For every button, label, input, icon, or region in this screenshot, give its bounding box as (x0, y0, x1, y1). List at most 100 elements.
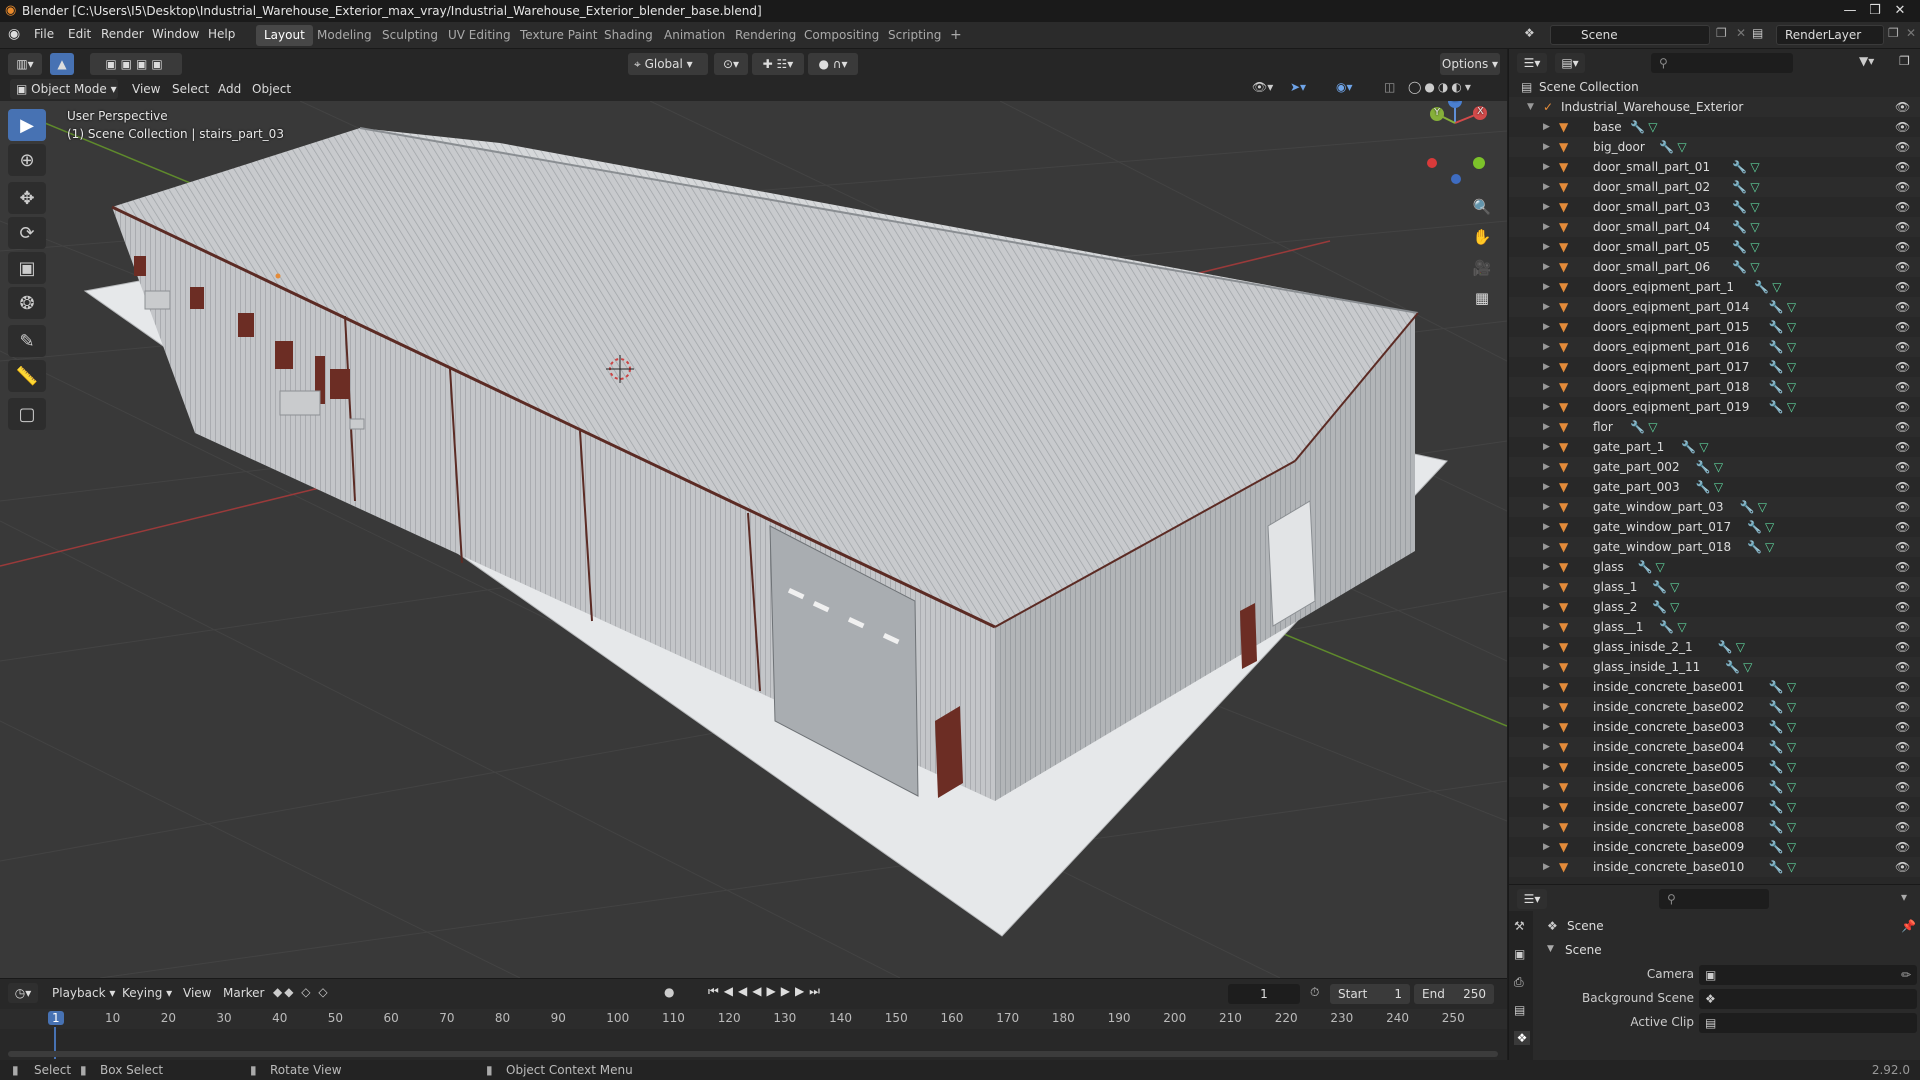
delete-layer-icon[interactable]: ✕ (1906, 26, 1916, 40)
outliner-object-row[interactable]: ▶ ▼ flor 🔧 ▽ 👁 (1509, 417, 1920, 437)
expand-object-icon[interactable]: ▶ (1543, 277, 1550, 297)
mesh-data-icon[interactable]: ▽ (1787, 377, 1796, 397)
outliner-object-row[interactable]: ▶ ▼ doors_eqipment_part_016 🔧 ▽ 👁 (1509, 337, 1920, 357)
expand-object-icon[interactable]: ▶ (1543, 237, 1550, 257)
mesh-data-icon[interactable]: ▽ (1677, 137, 1686, 157)
expand-object-icon[interactable]: ▶ (1543, 657, 1550, 677)
expand-object-icon[interactable]: ▶ (1543, 157, 1550, 177)
eye-icon[interactable]: 👁 (1895, 537, 1910, 557)
modifier-wrench-icon[interactable]: 🔧 (1638, 557, 1653, 577)
expand-object-icon[interactable]: ▶ (1543, 297, 1550, 317)
menu-add[interactable]: Add (218, 82, 241, 96)
rotate-tool[interactable]: ⟳ (8, 217, 46, 249)
tab-rendering[interactable]: Rendering (727, 25, 804, 46)
scale-tool[interactable]: ▣ (8, 252, 46, 284)
xray-toggle-icon[interactable]: ◫ (1384, 80, 1395, 94)
outliner-object-row[interactable]: ▶ ▼ gate_window_part_017 🔧 ▽ 👁 (1509, 517, 1920, 537)
object-mode-selector[interactable]: ▣ Object Mode ▾ (10, 79, 118, 99)
blender-menu-icon[interactable]: ◉ (8, 26, 20, 42)
outliner-object-row[interactable]: ▶ ▼ doors_eqipment_part_1 🔧 ▽ 👁 (1509, 277, 1920, 297)
eye-icon[interactable]: 👁 (1895, 377, 1910, 397)
expand-object-icon[interactable]: ▶ (1543, 217, 1550, 237)
menu-timeline-view[interactable]: View (183, 986, 211, 1000)
menu-select[interactable]: Select (172, 82, 209, 96)
frame-ruler[interactable]: 1 10 20 30 40 50 60 70 80 90 100 110 120 130 140 150 160… (0, 1009, 1507, 1029)
modifier-wrench-icon[interactable]: 🔧 (1652, 597, 1667, 617)
eye-icon[interactable]: 👁 (1895, 177, 1910, 197)
mesh-data-icon[interactable]: ▽ (1656, 557, 1665, 577)
eye-icon[interactable]: 👁 (1895, 757, 1910, 777)
pan-hand-icon[interactable]: ✋ (1468, 223, 1496, 251)
mesh-data-icon[interactable]: ▽ (1758, 497, 1767, 517)
expand-object-icon[interactable]: ▶ (1543, 437, 1550, 457)
modifier-wrench-icon[interactable]: 🔧 (1652, 577, 1667, 597)
view-layer-tab-icon[interactable]: ▤ (1514, 1003, 1525, 1017)
modifier-wrench-icon[interactable]: 🔧 (1769, 837, 1784, 857)
expand-object-icon[interactable]: ▶ (1543, 137, 1550, 157)
overlay-toggle-icon[interactable]: ◉▾ (1336, 80, 1353, 94)
mesh-data-icon[interactable]: ▽ (1750, 237, 1759, 257)
measure-tool[interactable]: 📏 (8, 360, 46, 392)
tab-modeling[interactable]: Modeling (309, 25, 380, 46)
outliner-root-row[interactable]: ▤ Scene Collection (1509, 77, 1920, 97)
outliner-collection-row[interactable]: ▼ ✓ Industrial_Warehouse_Exterior 👁 (1509, 97, 1920, 117)
modifier-wrench-icon[interactable]: 🔧 (1732, 157, 1747, 177)
modifier-wrench-icon[interactable]: 🔧 (1769, 757, 1784, 777)
menu-render[interactable]: Render (101, 27, 144, 41)
mesh-data-icon[interactable]: ▽ (1787, 777, 1796, 797)
outliner-object-row[interactable]: ▶ ▼ door_small_part_03 🔧 ▽ 👁 (1509, 197, 1920, 217)
expand-object-icon[interactable]: ▶ (1543, 757, 1550, 777)
outliner-object-row[interactable]: ▶ ▼ doors_eqipment_part_017 🔧 ▽ 👁 (1509, 357, 1920, 377)
mesh-data-icon[interactable]: ▽ (1677, 617, 1686, 637)
eye-icon[interactable]: 👁 (1895, 517, 1910, 537)
render-tab-icon[interactable]: ▣ (1514, 947, 1525, 961)
expand-object-icon[interactable]: ▶ (1543, 677, 1550, 697)
expand-object-icon[interactable]: ▶ (1543, 697, 1550, 717)
eye-icon[interactable]: 👁 (1895, 477, 1910, 497)
eye-icon[interactable]: 👁 (1895, 197, 1910, 217)
camera-view-icon[interactable]: 🎥 (1468, 254, 1496, 282)
outliner-editor-type[interactable]: ☰▾ (1517, 53, 1547, 73)
select-mode-icon[interactable]: ▲ (50, 53, 74, 75)
expand-object-icon[interactable]: ▶ (1543, 417, 1550, 437)
modifier-wrench-icon[interactable]: 🔧 (1681, 437, 1696, 457)
outliner-object-row[interactable]: ▶ ▼ door_small_part_01 🔧 ▽ 👁 (1509, 157, 1920, 177)
modifier-wrench-icon[interactable]: 🔧 (1769, 377, 1784, 397)
outliner-object-row[interactable]: ▶ ▼ base 🔧 ▽ 👁 (1509, 117, 1920, 137)
modifier-wrench-icon[interactable]: 🔧 (1754, 277, 1769, 297)
modifier-wrench-icon[interactable]: 🔧 (1769, 737, 1784, 757)
start-frame-field[interactable]: Start 1 (1330, 984, 1410, 1004)
expand-object-icon[interactable]: ▶ (1543, 197, 1550, 217)
mesh-data-icon[interactable]: ▽ (1670, 577, 1679, 597)
mesh-data-icon[interactable]: ▽ (1648, 117, 1657, 137)
expand-object-icon[interactable]: ▶ (1543, 557, 1550, 577)
timeline-editor-type[interactable]: ◷▾ (8, 983, 38, 1003)
eye-icon[interactable]: 👁 (1895, 637, 1910, 657)
modifier-wrench-icon[interactable]: 🔧 (1659, 137, 1674, 157)
perspective-grid-icon[interactable]: ▦ (1468, 284, 1496, 312)
pin-icon[interactable]: 📌 (1901, 919, 1916, 933)
modifier-wrench-icon[interactable]: 🔧 (1769, 817, 1784, 837)
eye-icon[interactable]: 👁 (1895, 737, 1910, 757)
expand-object-icon[interactable]: ▶ (1543, 817, 1550, 837)
pivot-point-button[interactable]: ⊙▾ (714, 53, 748, 75)
outliner-object-row[interactable]: ▶ ▼ inside_concrete_base001 🔧 ▽ 👁 (1509, 677, 1920, 697)
selection-mode-buttons[interactable]: ▣▣▣▣ (90, 53, 182, 75)
mesh-data-icon[interactable]: ▽ (1787, 837, 1796, 857)
eye-icon[interactable]: 👁 (1895, 657, 1910, 677)
eye-icon[interactable]: 👁 (1895, 457, 1910, 477)
modifier-wrench-icon[interactable]: 🔧 (1659, 617, 1674, 637)
modifier-wrench-icon[interactable]: 🔧 (1769, 797, 1784, 817)
eye-icon[interactable]: 👁 (1895, 397, 1910, 417)
modifier-wrench-icon[interactable]: 🔧 (1732, 217, 1747, 237)
outliner-object-row[interactable]: ▶ ▼ inside_concrete_base010 🔧 ▽ 👁 (1509, 857, 1920, 877)
mesh-data-icon[interactable]: ▽ (1787, 317, 1796, 337)
mesh-data-icon[interactable]: ▽ (1787, 677, 1796, 697)
eye-icon[interactable]: 👁 (1895, 717, 1910, 737)
delete-scene-icon[interactable]: ✕ (1736, 26, 1746, 40)
eye-icon[interactable]: 👁 (1895, 797, 1910, 817)
tab-shading[interactable]: Shading (596, 25, 661, 46)
outliner-object-row[interactable]: ▶ ▼ inside_concrete_base002 🔧 ▽ 👁 (1509, 697, 1920, 717)
expand-object-icon[interactable]: ▶ (1543, 857, 1550, 877)
mesh-data-icon[interactable]: ▽ (1787, 357, 1796, 377)
